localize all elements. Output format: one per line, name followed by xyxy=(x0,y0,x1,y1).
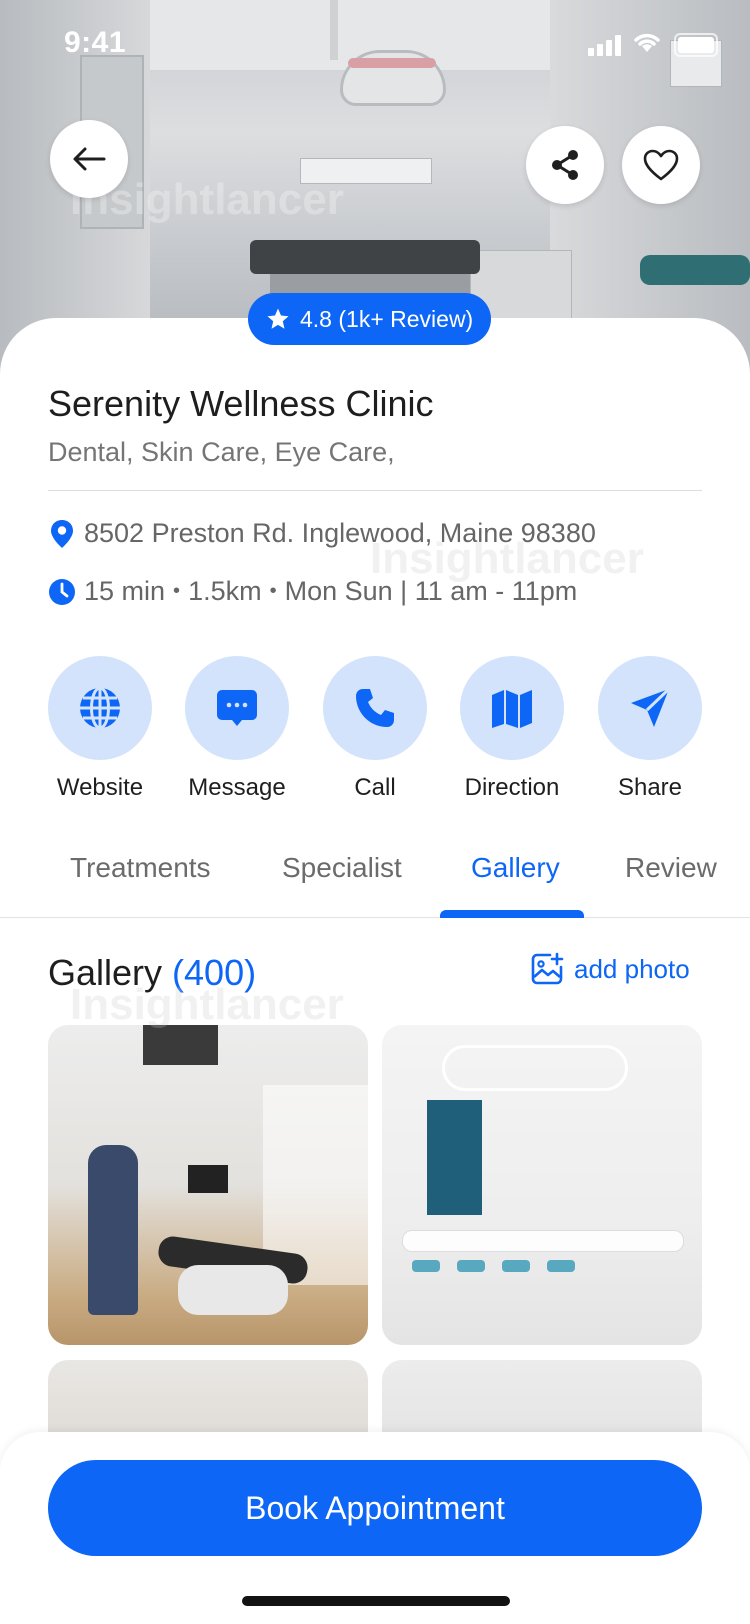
share-button[interactable] xyxy=(526,126,604,204)
clinic-categories: Dental, Skin Care, Eye Care, xyxy=(48,437,395,467)
action-circle[interactable] xyxy=(323,656,427,760)
add-photo-icon xyxy=(531,952,564,985)
active-tab-indicator xyxy=(440,910,584,918)
photo-detail xyxy=(427,1100,482,1215)
address-row: 8502 Preston Rd. Inglewood, Maine 98380 xyxy=(48,518,596,549)
chat-icon xyxy=(217,690,257,726)
clinic-name: Serenity Wellness Clinic xyxy=(48,383,434,424)
location-pin-icon xyxy=(51,519,73,548)
tab-specialist[interactable]: Specialist xyxy=(282,852,402,884)
status-time: 9:41 xyxy=(64,26,127,59)
separator-dot: • xyxy=(173,580,181,602)
tab-treatments[interactable]: Treatments xyxy=(70,852,211,884)
separator-dot: • xyxy=(269,580,277,602)
action-label: Message xyxy=(188,774,286,801)
action-circle[interactable] xyxy=(598,656,702,760)
add-photo-button[interactable]: add photo xyxy=(530,952,690,986)
detail-tabs: Treatments Specialist Gallery Review xyxy=(0,838,750,918)
action-label: Call xyxy=(354,774,396,801)
gallery-photo[interactable] xyxy=(382,1025,702,1345)
clinic-address: 8502 Preston Rd. Inglewood, Maine 98380 xyxy=(84,518,596,548)
share-action[interactable]: Share xyxy=(598,656,702,802)
heart-icon xyxy=(643,149,679,181)
gallery-title-text: Gallery xyxy=(48,952,163,993)
share-icon xyxy=(552,150,578,180)
website-action[interactable]: Website xyxy=(48,656,152,802)
distance: 1.5km xyxy=(188,576,262,606)
message-action[interactable]: Message xyxy=(185,656,289,802)
back-button[interactable] xyxy=(50,120,128,198)
globe-icon xyxy=(80,686,120,730)
rating-text: 4.8 (1k+ Review) xyxy=(300,305,474,332)
photo-detail xyxy=(412,1260,440,1272)
divider xyxy=(48,490,702,491)
star-icon xyxy=(267,308,289,329)
favorite-button[interactable] xyxy=(622,126,700,204)
home-indicator xyxy=(242,1596,510,1606)
hero-exam-bed xyxy=(250,240,480,274)
tabs-divider xyxy=(0,917,750,918)
photo-detail xyxy=(547,1260,575,1272)
action-circle[interactable] xyxy=(460,656,564,760)
gallery-photo[interactable] xyxy=(48,1025,368,1345)
wifi-icon xyxy=(634,33,660,52)
map-icon xyxy=(492,690,532,728)
cellular-signal-icon xyxy=(588,34,624,56)
status-bar: 9:41 xyxy=(0,0,750,88)
send-icon xyxy=(631,687,671,727)
gallery-title: Gallery (400) xyxy=(48,952,256,994)
action-label: Direction xyxy=(464,774,560,801)
photo-detail xyxy=(502,1260,530,1272)
clock-icon xyxy=(49,578,75,605)
photo-detail xyxy=(88,1145,138,1315)
rating-badge: 4.8 (1k+ Review) xyxy=(248,293,492,345)
photo-detail xyxy=(188,1165,228,1193)
phone-icon xyxy=(356,689,394,727)
hero-chair xyxy=(640,255,750,285)
gallery-count: (400) xyxy=(172,952,257,993)
tab-review[interactable]: Review xyxy=(625,852,717,884)
battery-icon xyxy=(674,33,718,57)
photo-detail xyxy=(442,1045,628,1091)
action-circle[interactable] xyxy=(185,656,289,760)
call-action[interactable]: Call xyxy=(323,656,427,802)
action-label: Website xyxy=(56,774,144,801)
book-appointment-button[interactable]: Book Appointment xyxy=(48,1460,702,1556)
action-circle[interactable] xyxy=(48,656,152,760)
opening-hours: Mon Sun | 11 am - 11pm xyxy=(284,576,578,606)
travel-time: 15 min xyxy=(84,576,166,606)
photo-detail xyxy=(457,1260,485,1272)
photo-detail xyxy=(143,1025,218,1065)
direction-action[interactable]: Direction xyxy=(460,656,564,802)
photo-detail xyxy=(402,1230,684,1252)
action-label: Share xyxy=(617,774,683,801)
hours-row: 15 min • 1.5km • Mon Sun | 11 am - 11pm xyxy=(48,576,577,607)
photo-detail xyxy=(178,1265,288,1315)
hero-wall-panel xyxy=(300,158,432,184)
tab-gallery[interactable]: Gallery xyxy=(471,852,560,884)
quick-actions: Website Message Call Direction Share xyxy=(48,656,702,806)
arrow-left-icon xyxy=(73,147,106,171)
add-photo-label: add photo xyxy=(574,953,690,984)
